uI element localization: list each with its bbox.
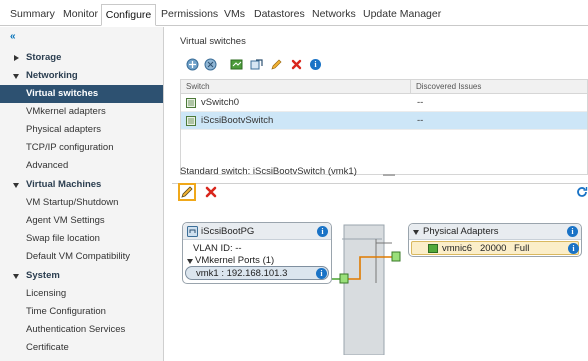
discovered-issues: -- [417,97,424,108]
collapse-sidebar-icon[interactable]: « [10,31,16,42]
sidebar-item-virtual-switches[interactable]: Virtual switches [0,85,163,103]
portgroup-box[interactable]: iScsiBootPG i VLAN ID: -- VMkernel Ports… [182,222,332,284]
virtual-switches-table: Switch Discovered Issues vSwitch0 -- iSc… [180,79,588,176]
sidebar-item-tcpip-configuration[interactable]: TCP/IP configuration [0,139,163,157]
info-icon[interactable]: i [310,59,321,70]
physical-adapters-box[interactable]: Physical Adapters i vmnic6 20000 Full i [408,223,582,257]
sidebar-item-default-vm-compatibility[interactable]: Default VM Compatibility [0,248,163,266]
virtual-switch-icon [186,98,196,108]
edit-pencil-icon [181,186,193,198]
sidebar-item-physical-adapters[interactable]: Physical adapters [0,121,163,139]
sidebar-item-vm-startup-shutdown[interactable]: VM Startup/Shutdown [0,194,163,212]
add-networking-icon[interactable] [186,58,199,71]
sidebar-group-label: Networking [26,70,78,81]
vmk-address: vmk1 : 192.168.101.3 [196,268,288,279]
standard-switch-title: Standard switch: iScsiBootvSwitch (vmk1) [180,166,357,177]
portgroup-icon [187,226,198,237]
tab-monitor[interactable]: Monitor [60,4,101,26]
tab-networks[interactable]: Networks [309,4,359,26]
switch-name: iScsiBootvSwitch [201,115,274,126]
virtual-switches-title: Virtual switches [180,36,246,47]
sidebar-group-virtual-machines[interactable]: Virtual Machines [0,176,163,194]
physical-adapters-title: Physical Adapters [423,226,499,237]
delete-icon[interactable] [204,185,218,199]
collapse-arrow-icon[interactable] [187,259,193,264]
refresh-icon[interactable] [576,186,588,198]
portgroup-name: iScsiBootPG [201,226,255,237]
connection-lines [332,251,401,284]
table-row[interactable]: vSwitch0 -- [181,94,587,112]
sidebar-item-certificate[interactable]: Certificate [0,339,163,357]
sidebar-group-label: System [26,270,60,281]
resize-handle[interactable] [383,174,395,176]
nic-name: vmnic6 [442,243,473,254]
nic-info-icon[interactable]: i [568,243,579,254]
edit-switch-button[interactable] [178,183,196,201]
discovered-issues: -- [417,115,424,126]
migrate-icon[interactable] [230,58,243,71]
sidebar-group-networking[interactable]: Networking [0,67,163,85]
portgroup-info-icon[interactable]: i [317,226,328,237]
column-header-discovered-issues[interactable]: Discovered Issues [411,80,587,94]
sidebar-group-label: Storage [26,52,62,63]
tab-datastores[interactable]: Datastores [251,4,308,26]
sidebar-item-advanced[interactable]: Advanced [0,157,163,175]
sidebar: « Storage Networking Virtual switches VM… [0,27,164,361]
top-tab-bar: Summary Monitor Configure Permissions VM… [0,0,588,26]
physical-adapters-header: Physical Adapters i [409,224,581,240]
vmk-info-icon[interactable]: i [316,268,327,279]
collapse-arrow-icon [13,74,19,79]
physical-nic-row[interactable]: vmnic6 20000 Full i [411,241,579,255]
sidebar-item-swap-file-location[interactable]: Swap file location [0,230,163,248]
move-icon[interactable] [250,58,263,71]
sidebar-group-system[interactable]: System [0,267,163,285]
expand-arrow-icon [14,55,19,61]
panel-divider [172,183,588,184]
tab-summary[interactable]: Summary [7,4,58,26]
sidebar-group-label: Virtual Machines [26,179,102,190]
nic-duplex: Full [514,243,530,254]
delete-icon[interactable] [290,58,303,71]
tab-permissions[interactable]: Permissions [158,4,221,26]
sidebar-item-authentication-services[interactable]: Authentication Services [0,321,163,339]
portgroup-header: iScsiBootPG i [183,223,331,240]
physical-adapters-info-icon[interactable]: i [567,226,578,237]
sidebar-item-vmkernel-adapters[interactable]: VMkernel adapters [0,103,163,121]
sidebar-item-licensing[interactable]: Licensing [0,285,163,303]
sidebar-group-storage[interactable]: Storage [0,49,163,67]
tab-vms[interactable]: VMs [221,4,248,26]
nic-speed: 20000 [480,243,507,254]
switch-name: vSwitch0 [201,97,240,108]
sidebar-item-time-configuration[interactable]: Time Configuration [0,303,163,321]
tab-update-manager[interactable]: Update Manager [360,4,444,26]
tab-configure[interactable]: Configure [101,4,156,26]
collapse-arrow-icon [13,183,19,188]
vmkernel-ports-label: VMkernel Ports (1) [195,255,275,266]
edit-pencil-icon[interactable] [270,58,283,71]
collapse-arrow-icon[interactable] [413,230,419,235]
nic-icon [428,244,438,253]
collapse-arrow-icon [13,274,19,279]
vmkernel-port-row[interactable]: vmk1 : 192.168.101.3 i [185,266,329,280]
main-panel: Virtual switches i Switch Discovered Iss… [172,27,588,361]
vlan-id-label: VLAN ID: -- [193,243,242,254]
sidebar-item-agent-vm-settings[interactable]: Agent VM Settings [0,212,163,230]
virtual-switch-icon [186,116,196,126]
table-row-selected[interactable]: iScsiBootvSwitch -- [181,112,587,130]
column-header-switch[interactable]: Switch [181,80,411,94]
refresh-host-icon[interactable] [204,58,217,71]
